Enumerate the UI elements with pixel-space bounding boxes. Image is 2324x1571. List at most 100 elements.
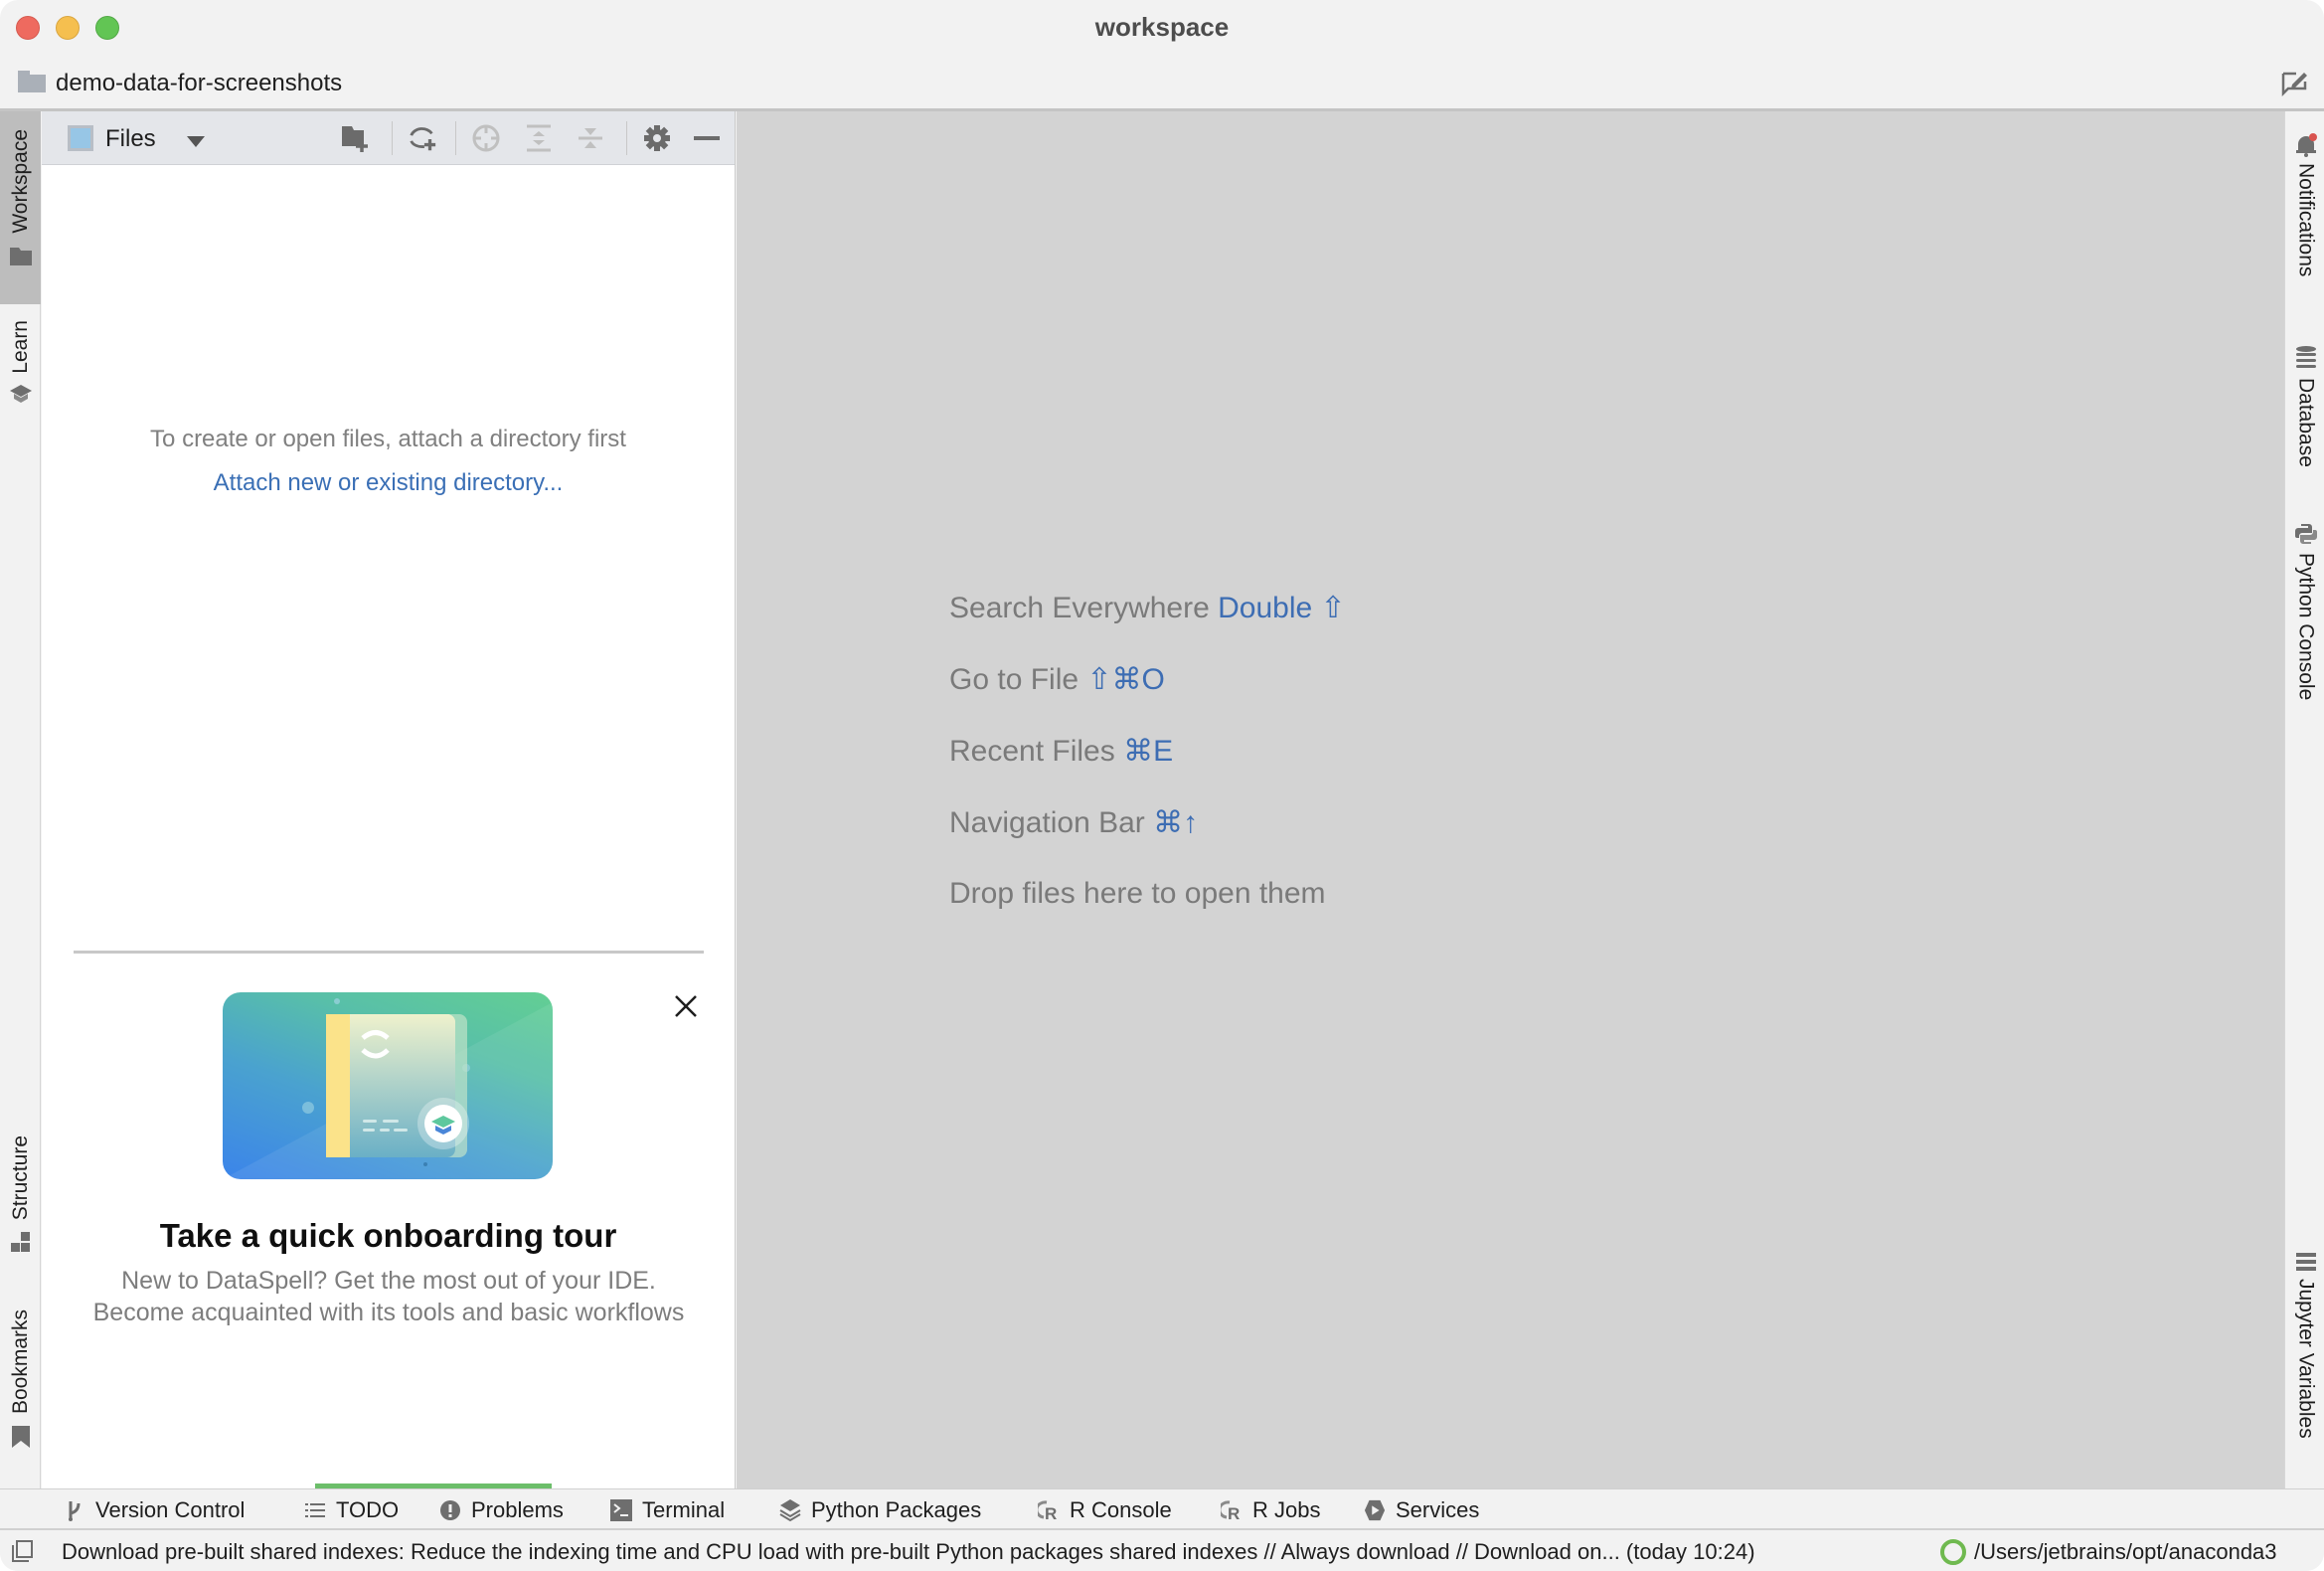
ide-window: workspace demo-data-for-screenshots Work… — [0, 0, 2324, 1571]
stripe-label: Bookmarks — [8, 1309, 32, 1415]
svg-text:R: R — [1045, 1504, 1057, 1521]
tool-window-strip: Version Control TODO Problems Terminal P… — [0, 1488, 2324, 1530]
tool-version-control[interactable]: Version Control — [64, 1497, 245, 1523]
onboarding-description: New to DataSpell? Get the most out of yo… — [92, 1267, 685, 1326]
python-icon — [2294, 524, 2317, 544]
r-jobs-icon: R — [1221, 1499, 1243, 1521]
tool-label: Python Packages — [811, 1497, 982, 1522]
attach-directory-icon[interactable] — [408, 123, 437, 153]
tool-python-packages[interactable]: Python Packages — [779, 1497, 981, 1523]
chevron-down-icon[interactable] — [187, 136, 205, 147]
tool-r-jobs[interactable]: R R Jobs — [1221, 1497, 1320, 1523]
database-icon — [2295, 346, 2316, 368]
r-console-icon: R — [1038, 1499, 1060, 1521]
tool-label: Services — [1396, 1497, 1480, 1522]
stripe-label: Database — [2294, 378, 2318, 467]
hint-text: Drop files here to open them — [949, 877, 1326, 910]
status-message[interactable]: Download pre-built shared indexes: Reduc… — [62, 1539, 1755, 1565]
toolbar-separator — [455, 121, 456, 155]
onboarding-illustration — [223, 992, 553, 1179]
edit-comment-icon[interactable] — [2280, 68, 2310, 97]
hint-navigation-bar: Navigation Bar ⌘↑ — [949, 805, 1198, 840]
tool-terminal[interactable]: Terminal — [610, 1497, 725, 1523]
empty-files-message: To create or open files, attach a direct… — [150, 426, 626, 452]
tool-label: R Console — [1070, 1497, 1172, 1522]
tool-todo[interactable]: TODO — [304, 1497, 399, 1523]
stripe-workspace[interactable]: Workspace — [0, 111, 41, 304]
attach-directory-link[interactable]: Attach new or existing directory... — [42, 469, 735, 497]
tool-problems[interactable]: Problems — [439, 1497, 564, 1523]
hint-shortcut: ⌘↑ — [1153, 806, 1199, 839]
python-interpreter-widget[interactable]: /Users/jetbrains/opt/anaconda3 — [1940, 1539, 2277, 1565]
stripe-bookmarks[interactable]: Bookmarks — [0, 1309, 41, 1479]
hint-recent-files: Recent Files ⌘E — [949, 734, 1173, 769]
files-view-selector[interactable]: Files — [105, 125, 156, 153]
stripe-label: Jupyter Variables — [2294, 1279, 2318, 1439]
onboarding-divider — [74, 951, 704, 954]
tool-label: R Jobs — [1252, 1497, 1321, 1522]
status-bar: Download pre-built shared indexes: Reduc… — [0, 1530, 2324, 1571]
stripe-label: Python Console — [2294, 553, 2318, 701]
structure-icon — [10, 1232, 30, 1253]
python-packages-icon — [779, 1499, 801, 1522]
expand-all-icon[interactable] — [524, 123, 554, 153]
version-control-icon — [64, 1499, 85, 1521]
hint-shortcut: ⇧⌘O — [1086, 663, 1165, 696]
files-view-icon — [68, 125, 93, 151]
folder-icon — [18, 71, 46, 92]
stripe-label: Notifications — [2294, 163, 2318, 277]
toolbar-separator — [392, 121, 393, 155]
tool-r-console[interactable]: R R Console — [1038, 1497, 1172, 1523]
gear-icon[interactable] — [642, 123, 672, 153]
problems-icon — [439, 1499, 461, 1521]
todo-list-icon — [304, 1499, 326, 1521]
navigation-bar: demo-data-for-screenshots — [0, 56, 2324, 111]
hint-text: Go to File — [949, 663, 1079, 696]
terminal-icon — [610, 1499, 632, 1521]
collapse-all-icon[interactable] — [576, 123, 605, 153]
notification-badge — [2308, 133, 2317, 141]
stripe-database[interactable]: Database — [2285, 346, 2324, 495]
hint-text: Search Everywhere — [949, 592, 1210, 624]
new-folder-icon[interactable] — [340, 123, 370, 153]
tool-label: TODO — [336, 1497, 400, 1522]
anaconda-icon — [1940, 1539, 1966, 1565]
tool-label: Terminal — [642, 1497, 726, 1522]
bell-icon — [2295, 133, 2317, 157]
close-icon[interactable] — [672, 992, 700, 1020]
stripe-label: Structure — [8, 1135, 32, 1221]
stripe-notifications[interactable]: Notifications — [2285, 133, 2324, 312]
stripe-jupyter-variables[interactable]: Jupyter Variables — [2285, 1253, 2324, 1472]
window-title: workspace — [1094, 12, 1230, 42]
tool-services[interactable]: Services — [1364, 1497, 1479, 1523]
hint-shortcut: Double ⇧ — [1218, 592, 1346, 624]
stripe-python-console[interactable]: Python Console — [2285, 523, 2324, 742]
stripe-label: Workspace — [8, 129, 32, 234]
title-bar: workspace — [0, 0, 2324, 56]
minimize-icon[interactable] — [692, 123, 722, 153]
folder-icon — [9, 247, 32, 265]
files-toolbar: Files — [42, 111, 735, 165]
hint-text: Recent Files — [949, 735, 1115, 768]
hint-shortcut: ⌘E — [1123, 735, 1174, 768]
bookmark-icon — [11, 1426, 30, 1449]
services-icon — [1364, 1499, 1386, 1521]
stripe-label: Learn — [8, 320, 32, 374]
breadcrumb-project[interactable]: demo-data-for-screenshots — [56, 70, 342, 97]
tool-label: Version Control — [95, 1497, 246, 1522]
tool-label: Problems — [471, 1497, 564, 1522]
stripe-structure[interactable]: Structure — [0, 1135, 41, 1285]
hint-search-everywhere: Search Everywhere Double ⇧ — [949, 591, 1346, 625]
toggle-tool-windows-icon[interactable] — [12, 1540, 34, 1562]
stripe-learn[interactable]: Learn — [0, 320, 41, 430]
interpreter-path: /Users/jetbrains/opt/anaconda3 — [1974, 1539, 2277, 1564]
left-tool-stripe: Workspace Learn Structure Bookmarks — [0, 111, 41, 1488]
files-panel: Files To create or open files, attach a … — [42, 111, 736, 1571]
variables-icon — [2295, 1253, 2316, 1271]
locate-icon[interactable] — [471, 123, 501, 153]
editor-empty-area[interactable]: Search Everywhere Double ⇧ Go to File ⇧⌘… — [737, 111, 2284, 1488]
hint-text: Navigation Bar — [949, 806, 1145, 839]
right-tool-stripe: Notifications Database Python Console Ju… — [2284, 111, 2324, 1488]
toolbar-separator — [626, 121, 627, 155]
hint-drop-files: Drop files here to open them — [949, 877, 1326, 911]
